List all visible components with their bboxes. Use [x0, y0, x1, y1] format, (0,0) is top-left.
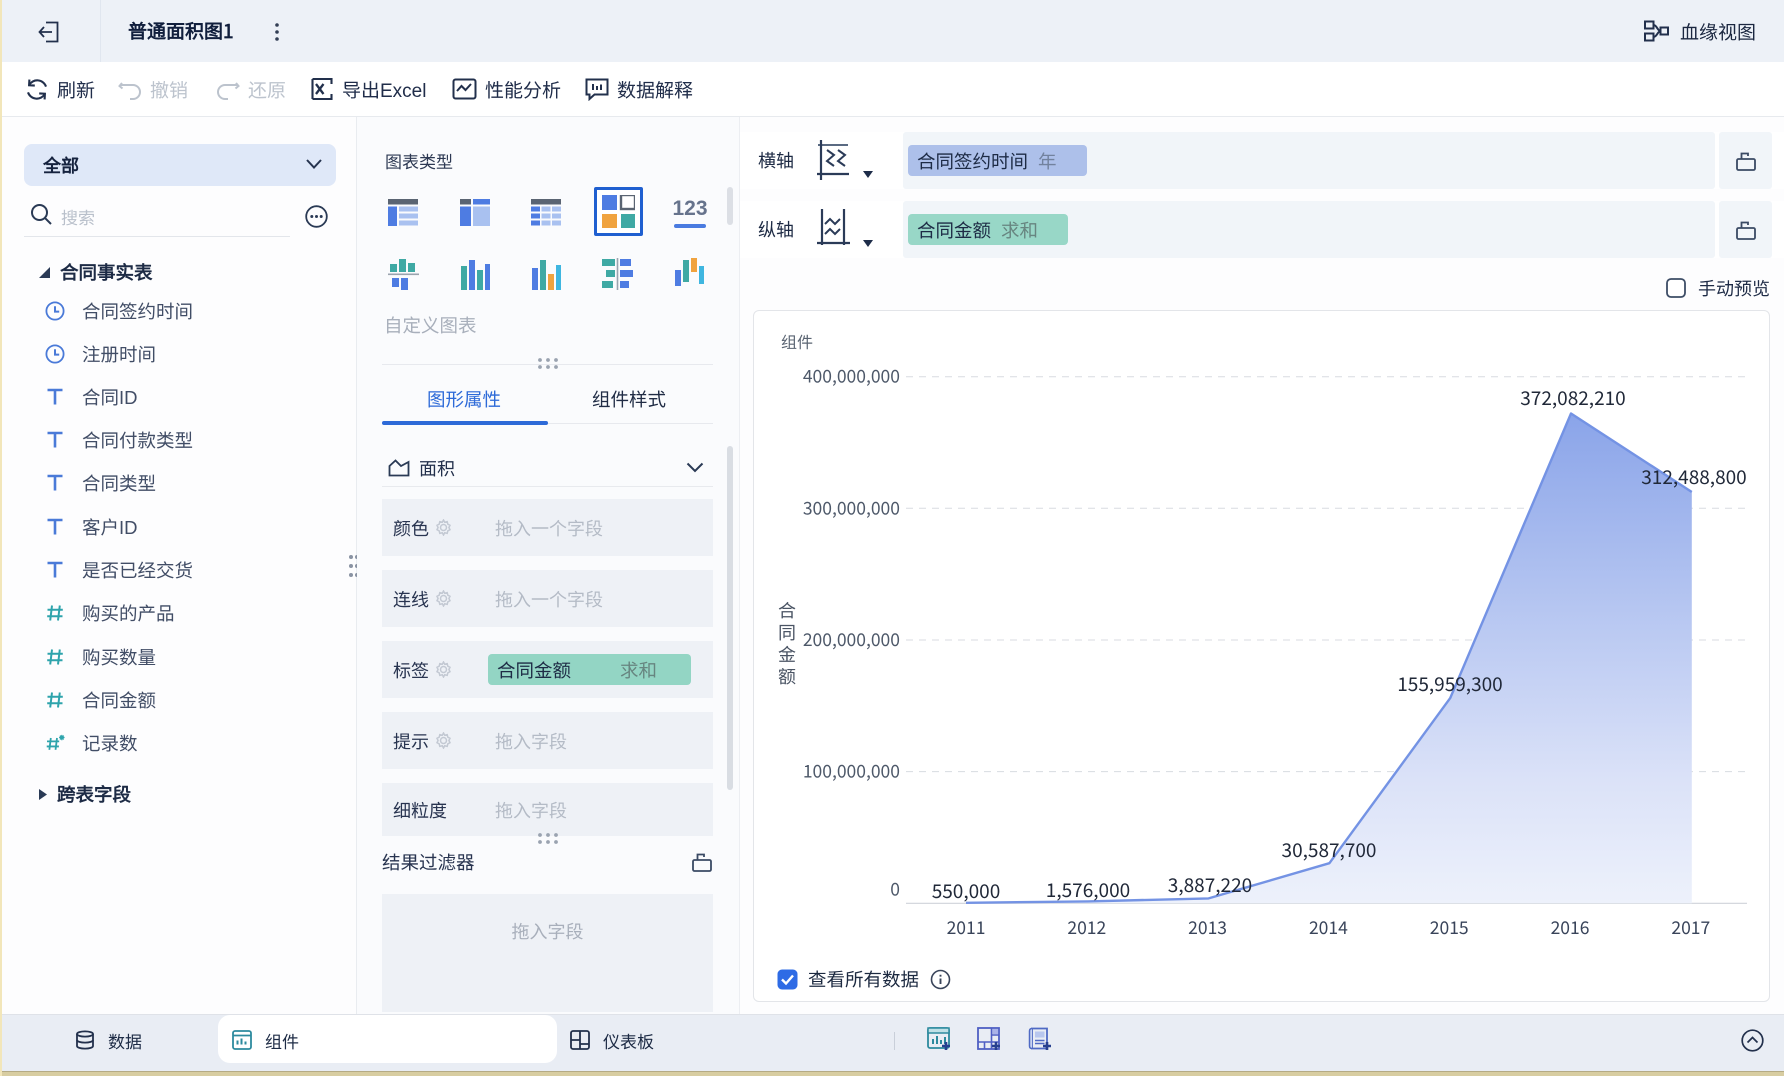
- svg-text:2013: 2013: [1188, 915, 1227, 940]
- svg-text:372,082,210: 372,082,210: [1520, 384, 1625, 411]
- svg-text:550,000: 550,000: [932, 877, 1001, 904]
- svg-text:3,887,220: 3,887,220: [1168, 871, 1252, 898]
- svg-text:100,000,000: 100,000,000: [803, 759, 900, 784]
- svg-text:2011: 2011: [947, 915, 986, 940]
- svg-text:155,959,300: 155,959,300: [1397, 670, 1502, 697]
- svg-text:2015: 2015: [1430, 915, 1469, 940]
- svg-text:额: 额: [778, 663, 796, 689]
- svg-text:30,587,700: 30,587,700: [1282, 836, 1377, 863]
- svg-text:2016: 2016: [1551, 915, 1590, 940]
- svg-text:400,000,000: 400,000,000: [803, 364, 900, 389]
- svg-text:1,576,000: 1,576,000: [1046, 876, 1130, 903]
- svg-text:2017: 2017: [1671, 915, 1710, 940]
- svg-text:2012: 2012: [1067, 915, 1106, 940]
- svg-text:2014: 2014: [1309, 915, 1348, 940]
- svg-text:312,488,800: 312,488,800: [1641, 463, 1746, 490]
- svg-text:200,000,000: 200,000,000: [803, 627, 900, 652]
- svg-text:0: 0: [890, 877, 900, 902]
- svg-text:300,000,000: 300,000,000: [803, 495, 900, 520]
